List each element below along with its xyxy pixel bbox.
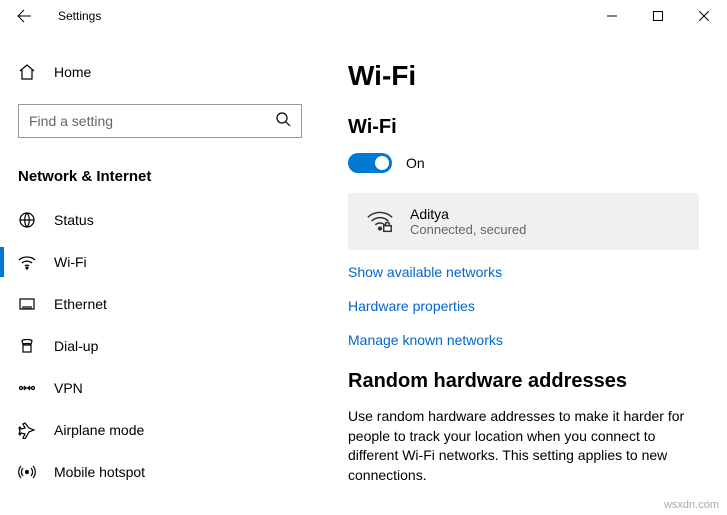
dialup-icon: [18, 337, 36, 355]
status-icon: [18, 211, 36, 229]
close-icon: [699, 11, 709, 21]
window-controls: [589, 0, 727, 32]
sidebar-item-hotspot[interactable]: Mobile hotspot: [0, 451, 320, 493]
window-title: Settings: [58, 9, 101, 23]
nav-list: Status Wi-Fi Ethernet: [0, 199, 320, 493]
close-button[interactable]: [681, 0, 727, 32]
sidebar-item-wifi[interactable]: Wi-Fi: [0, 241, 320, 283]
wifi-section-title: Wi-Fi: [348, 116, 699, 139]
link-show-networks[interactable]: Show available networks: [348, 264, 699, 280]
sidebar-item-label: Airplane mode: [54, 422, 144, 438]
network-info: Aditya Connected, secured: [410, 206, 526, 237]
search-box[interactable]: [18, 104, 302, 138]
titlebar-left: Settings: [8, 0, 101, 32]
hotspot-icon: [18, 463, 36, 481]
network-name: Aditya: [410, 206, 526, 222]
network-card[interactable]: Aditya Connected, secured: [348, 193, 699, 250]
sidebar-item-label: Ethernet: [54, 296, 107, 312]
sidebar-home[interactable]: Home: [0, 52, 320, 92]
link-hardware-properties[interactable]: Hardware properties: [348, 298, 699, 314]
sidebar-item-airplane[interactable]: Airplane mode: [0, 409, 320, 451]
page-title: Wi-Fi: [348, 60, 699, 92]
wifi-icon: [18, 253, 36, 271]
search-input[interactable]: [29, 113, 275, 129]
random-hw-body: Use random hardware addresses to make it…: [348, 407, 699, 485]
search-icon: [275, 111, 291, 132]
main-content: Wi-Fi Wi-Fi On Aditya Connected, secured…: [320, 32, 727, 515]
wifi-toggle-label: On: [406, 155, 425, 171]
arrow-left-icon: [16, 8, 32, 24]
watermark: wsxdn.com: [664, 499, 719, 511]
maximize-button[interactable]: [635, 0, 681, 32]
minimize-icon: [607, 11, 617, 21]
airplane-icon: [18, 421, 36, 439]
back-button[interactable]: [8, 0, 40, 32]
sidebar-home-label: Home: [54, 64, 91, 80]
sidebar-item-label: Wi-Fi: [54, 254, 87, 270]
sidebar-item-label: Dial-up: [54, 338, 98, 354]
minimize-button[interactable]: [589, 0, 635, 32]
network-status: Connected, secured: [410, 222, 526, 237]
sidebar-item-label: Status: [54, 212, 94, 228]
sidebar: Home Network & Internet Status: [0, 32, 320, 515]
sidebar-item-label: Mobile hotspot: [54, 464, 145, 480]
titlebar: Settings: [0, 0, 727, 32]
content-area: Home Network & Internet Status: [0, 32, 727, 515]
link-manage-known[interactable]: Manage known networks: [348, 332, 699, 348]
vpn-icon: [18, 379, 36, 397]
random-hw-title: Random hardware addresses: [348, 370, 699, 393]
wifi-secure-icon: [366, 208, 394, 236]
sidebar-item-vpn[interactable]: VPN: [0, 367, 320, 409]
sidebar-item-dialup[interactable]: Dial-up: [0, 325, 320, 367]
sidebar-item-label: VPN: [54, 380, 83, 396]
home-icon: [18, 63, 36, 81]
sidebar-item-ethernet[interactable]: Ethernet: [0, 283, 320, 325]
wifi-toggle-row: On: [348, 153, 699, 173]
maximize-icon: [653, 11, 663, 21]
wifi-toggle[interactable]: [348, 153, 392, 173]
category-header: Network & Internet: [0, 156, 320, 199]
ethernet-icon: [18, 295, 36, 313]
sidebar-item-status[interactable]: Status: [0, 199, 320, 241]
